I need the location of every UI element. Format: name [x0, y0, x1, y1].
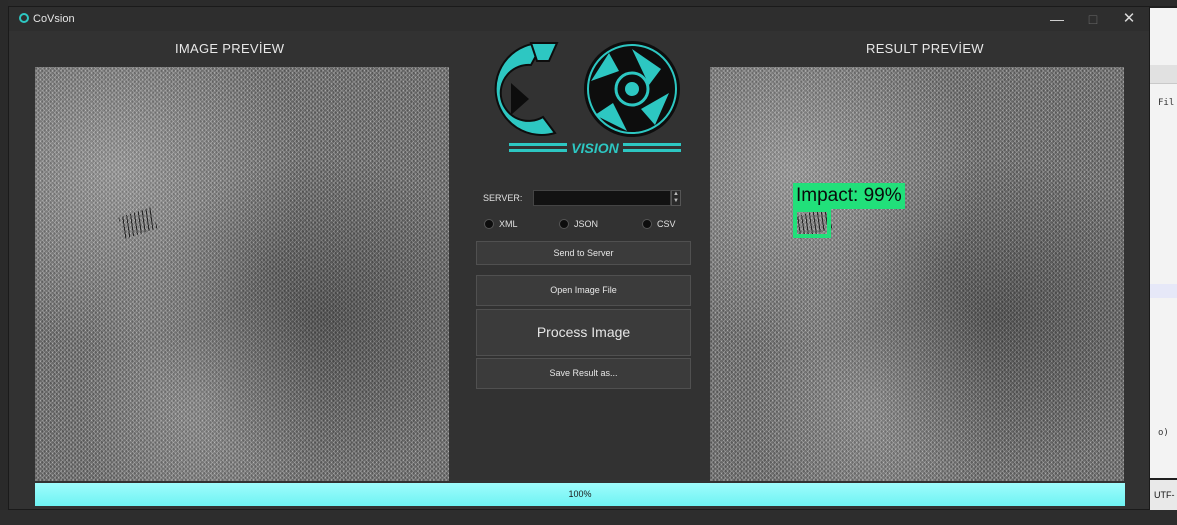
background-editor-tab — [1150, 65, 1177, 84]
background-encoding-status: UTF- — [1150, 480, 1177, 510]
radio-json[interactable]: JSON — [559, 217, 598, 231]
progress-label: 100% — [568, 489, 592, 499]
radio-xml-label: XML — [499, 219, 518, 229]
progress-bar: 100% — [35, 483, 1125, 506]
app-logo-icon — [19, 13, 29, 23]
minimize-button[interactable]: — — [1039, 7, 1075, 31]
radio-csv-label: CSV — [657, 219, 676, 229]
background-line-highlight — [1150, 284, 1177, 298]
result-preview-title: RESULT PREVİEW — [866, 41, 984, 56]
background-bottom-bar — [0, 510, 1177, 525]
radio-xml-indicator[interactable] — [484, 219, 494, 229]
detection-box — [793, 208, 831, 238]
logo-aperture-mark — [584, 41, 680, 137]
background-code-text: Fil — [1158, 98, 1175, 108]
detection-label: Impact: 99% — [793, 183, 905, 209]
impact-marks — [118, 207, 158, 239]
image-preview — [35, 67, 449, 481]
radio-csv[interactable]: CSV — [642, 217, 676, 231]
title-bar[interactable]: CoVsion — □ ✕ — [9, 7, 1149, 31]
app-window: CoVsion — □ ✕ IMAGE PREVİEW RESULT PREVİ… — [8, 6, 1150, 510]
result-preview: Impact: 99% — [710, 67, 1124, 481]
server-input[interactable] — [533, 190, 671, 206]
window-title: CoVsion — [33, 13, 75, 25]
server-label: SERVER: — [483, 193, 523, 203]
close-button[interactable]: ✕ — [1111, 7, 1147, 31]
open-image-button[interactable]: Open Image File — [476, 275, 691, 306]
radio-xml[interactable]: XML — [484, 217, 518, 231]
maximize-button[interactable]: □ — [1075, 7, 1111, 31]
image-preview-title: IMAGE PREVİEW — [175, 41, 285, 56]
process-image-button[interactable]: Process Image — [476, 309, 691, 356]
radio-json-indicator[interactable] — [559, 219, 569, 229]
logo-vision-text: VISION — [571, 140, 619, 156]
background-code-text: o) — [1158, 428, 1169, 438]
send-to-server-button[interactable]: Send to Server — [476, 241, 691, 265]
covision-logo: VISION — [494, 41, 681, 156]
save-result-button[interactable]: Save Result as... — [476, 358, 691, 389]
radio-csv-indicator[interactable] — [642, 219, 652, 229]
radio-json-label: JSON — [574, 219, 599, 229]
background-left-column — [0, 0, 8, 525]
server-spin-buttons[interactable]: ▲ ▼ — [671, 190, 681, 206]
logo-c-mark — [494, 41, 559, 136]
